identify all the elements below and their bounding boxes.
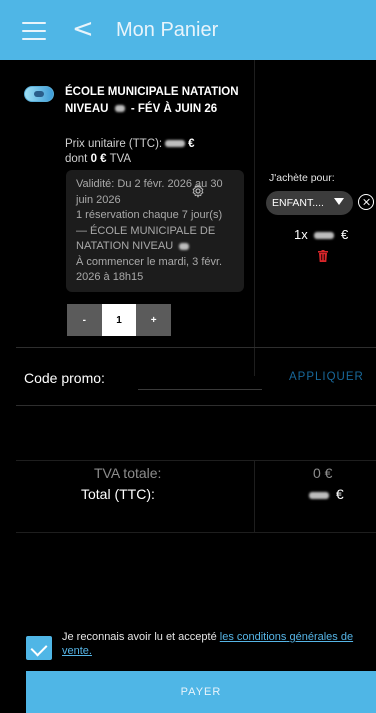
reservation-details-text: Validité: Du 2 févr. 2026 au 30 juin 202… [76, 178, 223, 283]
total-label: Total (TTC): [81, 486, 155, 502]
quantity-stepper: - 1 + [67, 304, 172, 336]
divider [16, 405, 376, 406]
redacted-text [179, 242, 190, 250]
trash-icon[interactable] [318, 250, 328, 262]
buyer-select[interactable]: ENFANT.... [266, 191, 353, 215]
app-bar: < Mon Panier [0, 0, 376, 60]
total-tax-value: 0 € [313, 465, 333, 481]
unit-price: Prix unitaire (TTC): € [65, 138, 195, 150]
close-circle-icon[interactable] [358, 194, 374, 210]
hamburger-menu-icon[interactable] [22, 22, 46, 40]
line-total: 1x € [294, 227, 349, 242]
redacted-price [165, 140, 186, 148]
promo-code-input[interactable] [138, 366, 262, 390]
buyer-label: J'achète pour: [269, 172, 335, 184]
divider [16, 460, 376, 461]
reservation-details: Validité: Du 2 févr. 2026 au 30 juin 202… [66, 170, 244, 292]
total-tax-label: TVA totale: [94, 465, 162, 481]
gear-icon[interactable] [191, 184, 205, 198]
increase-quantity-button[interactable]: + [136, 304, 172, 336]
tax-info: dont 0 € TVA [65, 153, 132, 165]
divider [16, 532, 376, 533]
divider [16, 347, 376, 348]
quantity-value[interactable]: 1 [101, 304, 137, 336]
total-value: € [306, 486, 344, 502]
apply-promo-button[interactable]: APPLIQUER [289, 371, 364, 383]
redacted-text [114, 105, 125, 113]
page-title: Mon Panier [116, 19, 219, 41]
back-button[interactable]: < [72, 16, 94, 42]
terms-text: Je reconnais avoir lu et accepté les con… [62, 631, 354, 657]
caret-down-icon [334, 198, 344, 205]
promo-code-label: Code promo: [24, 370, 105, 386]
decrease-quantity-button[interactable]: - [67, 304, 102, 336]
product-name: ÉCOLE MUNICIPALE NATATION NIVEAU - FÉV À… [65, 86, 239, 115]
buyer-selected-value: ENFANT.... [272, 197, 324, 209]
redacted-price [314, 232, 335, 240]
terms-checkbox[interactable] [26, 636, 52, 660]
column-divider [254, 60, 255, 376]
column-divider [254, 460, 255, 532]
redacted-price [309, 491, 329, 499]
swimmer-thumbnail-icon [24, 86, 54, 102]
pay-button[interactable]: PAYER [26, 671, 376, 713]
